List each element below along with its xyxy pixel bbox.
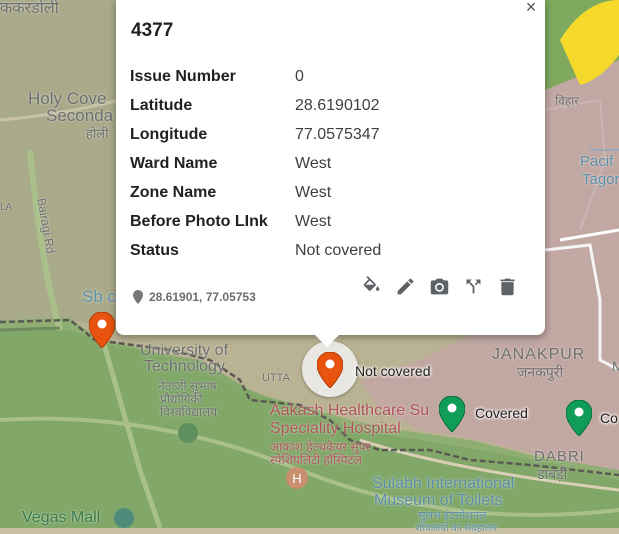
map-label-pacific: Pacif xyxy=(580,153,614,170)
map-label-aakash-hindi2: स्पेशियलिटी हॉस्पिटल xyxy=(270,453,362,467)
field-value: West xyxy=(295,184,332,201)
map-label-speciality: Speciality Hospital xyxy=(270,420,401,437)
map-label-janakpuri: JANAKPUR xyxy=(492,346,586,363)
marker-label-covered: Covered xyxy=(475,405,528,421)
location-pin-icon xyxy=(133,290,143,304)
field-label: Longitude xyxy=(130,126,208,143)
field-label: Status xyxy=(130,242,179,259)
field-value: West xyxy=(295,213,332,230)
map-label-la: LA xyxy=(0,202,13,213)
map-label-technology: Technology xyxy=(144,358,225,375)
coordinates-text: 28.61901, 77.05753 xyxy=(149,290,256,304)
marker-orange-left[interactable] xyxy=(89,312,115,348)
marker-label-co: Co xyxy=(600,410,618,426)
field-label: Issue Number xyxy=(130,68,236,85)
map-label-vihar: विहार xyxy=(555,94,580,108)
map-label-karkardooma: ककरडोली xyxy=(0,0,59,17)
map-label-dabri: DABRI xyxy=(534,448,585,465)
info-window-title: 4377 xyxy=(131,20,174,41)
pencil-icon[interactable] xyxy=(394,275,416,297)
map-label-sb: Sb c xyxy=(82,287,117,306)
field-value: Not covered xyxy=(295,242,382,259)
field-label: Latitude xyxy=(130,97,193,114)
info-window-tail xyxy=(313,333,341,347)
map-label-aakash: Aakash Healthcare Su xyxy=(270,402,430,419)
coordinates: 28.61901, 77.05753 xyxy=(133,290,256,304)
close-icon[interactable]: × xyxy=(523,0,539,16)
map-label-tagore: Tagore C xyxy=(582,171,619,188)
field-label: Zone Name xyxy=(130,184,217,201)
info-window: × 4377 Issue Number 0 Latitude 28.6190102 … xyxy=(116,0,545,347)
trash-icon[interactable] xyxy=(496,275,518,297)
info-window-actions xyxy=(360,275,518,297)
map-label-janakpuri-hindi: जनकपुरी xyxy=(517,364,564,380)
map-label-dabri-hindi: डाबड़ी xyxy=(537,466,568,482)
marker-label-not-covered: Not covered xyxy=(355,363,431,379)
field-value: 0 xyxy=(295,68,304,85)
map-label-secondary: Seconda xyxy=(46,106,114,125)
map-label-sulabh-hindi2: शौचालयों का संग्रहालय xyxy=(415,523,498,534)
marker-selected[interactable] xyxy=(317,352,343,388)
marker-green-right[interactable] xyxy=(566,400,592,436)
camera-icon[interactable] xyxy=(428,275,450,297)
svg-text:H: H xyxy=(292,471,301,486)
field-value: 77.0575347 xyxy=(295,126,380,143)
field-label: Ward Name xyxy=(130,155,218,172)
field-label: Before Photo LInk xyxy=(130,213,268,230)
map-label-holi: होली xyxy=(86,126,109,141)
map-label-vegas-mall: Vegas Mall xyxy=(22,509,101,526)
marker-green-covered[interactable] xyxy=(439,396,465,432)
map-label-m: M xyxy=(612,358,619,374)
directions-icon[interactable] xyxy=(462,275,484,297)
map-label-tech-hindi3: विश्वविद्यालय xyxy=(160,405,218,419)
map-label-uttam: UTTA xyxy=(262,372,290,384)
paint-bucket-icon[interactable] xyxy=(360,275,382,297)
field-value: West xyxy=(295,155,332,172)
map-label-sulabh: Sulabh International xyxy=(372,475,515,492)
field-value: 28.6190102 xyxy=(295,97,380,114)
